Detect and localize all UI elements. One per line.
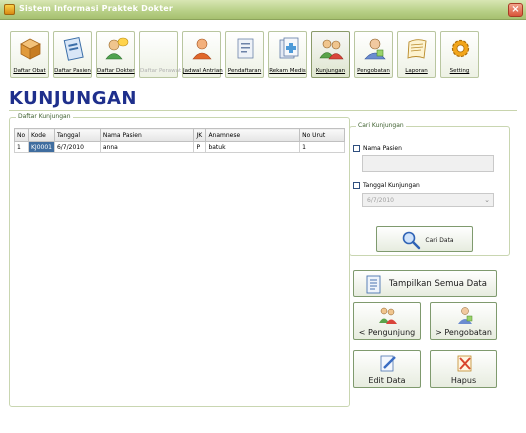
col-nama-pasien[interactable]: Nama Pasien [99, 128, 195, 142]
table-header-row: No Kode Tanggal Nama Pasien JK Anamnese … [14, 128, 345, 142]
jadwal-antrian-label: Jadwal Antrian [183, 68, 223, 74]
pengobatan-button[interactable]: Pengobatan [354, 31, 393, 78]
col-anamnese[interactable]: Anamnese [205, 128, 301, 142]
nama-pasien-label: Nama Pasien [363, 145, 402, 152]
visit-table[interactable]: No Kode Tanggal Nama Pasien JK Anamnese … [14, 128, 345, 153]
setting-button[interactable]: Setting [440, 31, 479, 78]
clipboard-icon [63, 36, 84, 61]
edit-icon [380, 355, 396, 372]
rekam-medis-label: Rekam Medis [269, 68, 306, 74]
title-bar: Sistem Informasi Praktek Dokter × [0, 0, 526, 20]
daftar-dokter-label: Daftar Dokter [97, 68, 135, 74]
tanggal-kunjungan-value: 6/7/2010 [367, 197, 394, 204]
tanggal-kunjungan-label: Tanggal Kunjungan [363, 182, 420, 189]
close-button[interactable]: × [508, 3, 523, 17]
pengobatan-label: Pengobatan [357, 68, 390, 74]
cari-data-label: Cari Data [425, 237, 454, 244]
pengunjung-label: < Pengunjung [358, 328, 416, 337]
nama-pasien-checkbox[interactable] [353, 145, 360, 152]
doctor-icon [105, 37, 129, 60]
show-all-label: Tampilkan Semua Data [389, 279, 487, 289]
window-title: Sistem Informasi Praktek Dokter [19, 4, 173, 13]
show-all-button[interactable]: Tampilkan Semua Data [353, 270, 497, 297]
visitors-icon [379, 307, 397, 324]
daftar-perawat-button[interactable]: Daftar Perawat [139, 31, 182, 78]
col-no-urut[interactable]: No Urut [299, 128, 345, 142]
kunjungan-button[interactable]: Kunjungan [311, 31, 350, 78]
edit-data-button[interactable]: Edit Data [353, 350, 421, 388]
daftar-perawat-label: Daftar Perawat [140, 68, 182, 74]
delete-icon [457, 355, 472, 372]
header-divider [9, 110, 517, 111]
jadwal-antrian-button[interactable]: Jadwal Antrian [182, 31, 223, 78]
blank-icon [147, 36, 172, 61]
cari-data-button[interactable]: Cari Data [376, 226, 473, 252]
pengunjung-button[interactable]: < Pengunjung [353, 302, 421, 340]
pengobatan-nav-button[interactable]: > Pengobatan [430, 302, 497, 340]
search-group-title: Cari Kunjungan [356, 122, 406, 129]
pendaftaran-label: Pendaftaran [227, 68, 262, 74]
cell-no: 1 [14, 141, 29, 153]
daftar-pasien-button[interactable]: Daftar Pasien [53, 31, 92, 78]
cell-anamnese: batuk [205, 141, 301, 153]
laporan-button[interactable]: Laporan [397, 31, 436, 78]
rekam-medis-button[interactable]: Rekam Medis [268, 31, 307, 78]
app-icon [4, 4, 15, 15]
daftar-pasien-label: Daftar Pasien [54, 68, 91, 74]
queue-person-icon [192, 38, 212, 60]
treatment-icon [364, 38, 386, 60]
visit-list-group: Daftar Kunjungan [9, 113, 350, 407]
visit-list-title: Daftar Kunjungan [16, 113, 73, 120]
page-title: KUNJUNGAN [9, 88, 137, 109]
cell-tanggal: 6/7/2010 [53, 141, 101, 153]
kunjungan-label: Kunjungan [315, 68, 346, 74]
pendaftaran-button[interactable]: Pendaftaran [225, 31, 264, 78]
col-no[interactable]: No [14, 128, 29, 142]
col-jk[interactable]: JK [193, 128, 207, 142]
tanggal-kunjungan-checkbox[interactable] [353, 182, 360, 189]
tanggal-kunjungan-picker[interactable]: 6/7/2010 ⌄ [362, 193, 494, 207]
toolbar: Daftar Obat Daftar Pasien Daftar Dokter … [0, 21, 526, 83]
daftar-obat-button[interactable]: Daftar Obat [10, 31, 49, 78]
col-kode[interactable]: Kode [27, 128, 55, 142]
laporan-label: Laporan [405, 68, 428, 74]
cell-jk: P [193, 141, 207, 153]
treatment-icon [458, 307, 473, 324]
edit-data-label: Edit Data [368, 376, 406, 385]
registration-icon [237, 38, 254, 59]
pengobatan-nav-label: > Pengobatan [435, 328, 492, 337]
chevron-down-icon[interactable]: ⌄ [484, 196, 490, 204]
daftar-obat-label: Daftar Obat [13, 68, 46, 74]
daftar-dokter-button[interactable]: Daftar Dokter [96, 31, 135, 78]
medical-record-icon [279, 37, 299, 59]
visitors-icon [319, 39, 344, 60]
nama-pasien-input[interactable] [362, 155, 494, 172]
report-icon [407, 39, 427, 59]
cell-no-urut: 1 [299, 141, 345, 153]
box-icon [20, 38, 41, 60]
hapus-button[interactable]: Hapus [430, 350, 497, 388]
col-tanggal[interactable]: Tanggal [53, 128, 101, 142]
hapus-label: Hapus [450, 376, 477, 385]
table-row[interactable]: 1 KJ0001 6/7/2010 anna P batuk 1 [14, 141, 345, 153]
gear-icon [451, 39, 470, 58]
cell-nama: anna [99, 141, 195, 153]
cell-kode: KJ0001 [27, 141, 55, 153]
setting-label: Setting [449, 68, 470, 74]
